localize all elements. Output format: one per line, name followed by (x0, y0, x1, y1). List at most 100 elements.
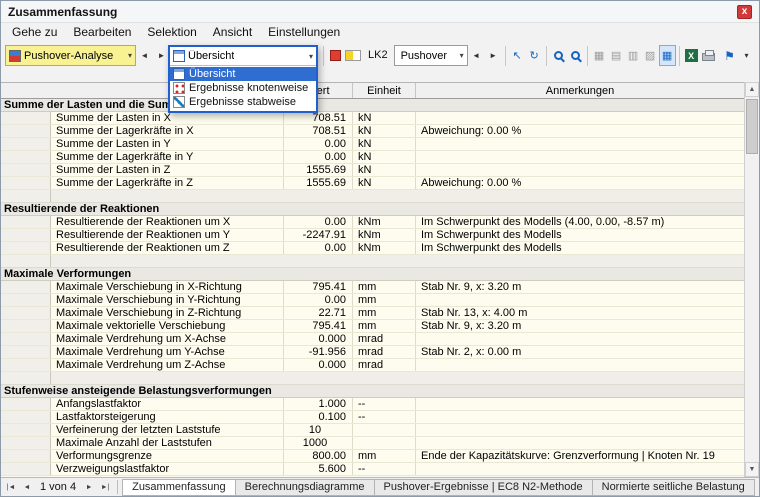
prev-case-button[interactable]: ◄ (467, 45, 485, 66)
cell-anmerkung[interactable]: Abweichung: 0.00 % (416, 177, 744, 189)
scroll-down-button[interactable]: ▼ (745, 462, 759, 477)
export-view-button[interactable]: ▨ (641, 45, 659, 66)
cell-einheit[interactable]: kN (353, 164, 416, 176)
cell-label[interactable]: Verzweigungslastfaktor (51, 463, 284, 475)
cell-anmerkung[interactable] (416, 294, 744, 306)
cell-wert[interactable]: 795.41 (284, 281, 353, 293)
table-view-button[interactable]: ▦ (590, 45, 608, 66)
cell-anmerkung[interactable]: Im Schwerpunkt des Modells (416, 242, 744, 254)
result-color-button[interactable] (327, 45, 344, 66)
cell-label[interactable]: Maximale Verdrehung um Y-Achse (51, 346, 284, 358)
row-view-button[interactable]: ▤ (607, 45, 625, 66)
cell-anmerkung[interactable] (416, 151, 744, 163)
cell-anmerkung[interactable]: Im Schwerpunkt des Modells (4.00, 0.00, … (416, 216, 744, 228)
cell-anmerkung[interactable] (416, 463, 744, 475)
cell-einheit[interactable]: mm (353, 320, 416, 332)
case-combo[interactable]: Pushover ▾ (393, 45, 468, 66)
cell-label[interactable]: Anfangslastfaktor (51, 398, 284, 410)
cell-label[interactable]: Maximale Anzahl der Laststufen (51, 437, 284, 449)
cell-anmerkung[interactable]: Stab Nr. 9, x: 3.20 m (416, 281, 744, 293)
cell-label[interactable]: Resultierende der Reaktionen um Z (51, 242, 284, 254)
dropdown-item-ergebnisse-stabweise[interactable]: Ergebnisse stabweise (170, 95, 316, 109)
cell-wert[interactable]: 0.000 (284, 359, 353, 371)
cell-einheit[interactable]: kN (353, 112, 416, 124)
refresh-button[interactable]: ↻ (525, 45, 543, 66)
column-view-button[interactable]: ▥ (624, 45, 642, 66)
cell-label[interactable]: Lastfaktorsteigerung (51, 411, 284, 423)
cell-wert[interactable]: 1000 (284, 437, 353, 449)
section-label[interactable]: Summe der Lasten und die Summe der Lager… (1, 99, 744, 111)
section-label[interactable]: Maximale Verformungen (1, 268, 744, 280)
cell-einheit[interactable]: kNm (353, 229, 416, 241)
tab-normierte-seitliche-belastung[interactable]: Normierte seitliche Belastung (591, 478, 755, 496)
cell-wert[interactable]: 795.41 (284, 320, 353, 332)
cell-wert[interactable]: 708.51 (284, 112, 353, 124)
first-page-button[interactable]: |◄ (3, 479, 19, 495)
cell-wert[interactable]: 800.00 (284, 450, 353, 462)
cell-einheit[interactable]: kN (353, 125, 416, 137)
menu-item-einstellungen[interactable]: Einstellungen (260, 24, 348, 41)
cell-einheit[interactable]: kNm (353, 216, 416, 228)
dropdown-item-übersicht[interactable]: Übersicht (170, 67, 316, 81)
tab-zusammenfassung[interactable]: Zusammenfassung (122, 478, 236, 496)
cell-label[interactable]: Summe der Lagerkräfte in Y (51, 151, 284, 163)
cell-einheit[interactable] (353, 437, 416, 449)
cell-einheit[interactable]: mm (353, 307, 416, 319)
section-label[interactable]: Resultierende der Reaktionen (1, 203, 744, 215)
cell-wert[interactable]: 0.000 (284, 333, 353, 345)
cell-einheit[interactable]: mm (353, 450, 416, 462)
cell-wert[interactable]: 0.00 (284, 294, 353, 306)
cell-anmerkung[interactable]: Im Schwerpunkt des Modells (416, 229, 744, 241)
cell-wert[interactable]: 708.51 (284, 125, 353, 137)
tab-pushover-ergebnisse-ec8-n2-methode[interactable]: Pushover-Ergebnisse | EC8 N2-Methode (373, 478, 593, 496)
cell-label[interactable]: Maximale Verdrehung um X-Achse (51, 333, 284, 345)
cell-einheit[interactable]: kN (353, 177, 416, 189)
cell-label[interactable]: Maximale vektorielle Verschiebung (51, 320, 284, 332)
zoom-in-button[interactable] (549, 45, 567, 66)
cell-wert[interactable]: 0.00 (284, 138, 353, 150)
cell-anmerkung[interactable] (416, 164, 744, 176)
cell-label[interactable]: Summe der Lasten in Z (51, 164, 284, 176)
title-bar[interactable]: Zusammenfassung x (1, 1, 759, 23)
cell-wert[interactable]: 1.000 (284, 398, 353, 410)
cell-anmerkung[interactable] (416, 437, 744, 449)
pointer-tool-button[interactable]: ↖ (508, 45, 526, 66)
cell-anmerkung[interactable] (416, 359, 744, 371)
cell-wert[interactable]: 0.00 (284, 216, 353, 228)
cell-einheit[interactable]: -- (353, 398, 416, 410)
cell-einheit[interactable]: -- (353, 463, 416, 475)
scroll-up-button[interactable]: ▲ (745, 82, 759, 97)
cell-wert[interactable]: 0.00 (284, 242, 353, 254)
cell-label[interactable]: Maximale Verdrehung um Z-Achse (51, 359, 284, 371)
cell-wert[interactable]: -2247.91 (284, 229, 353, 241)
prev-analysis-button[interactable]: ◄ (136, 45, 153, 66)
filter-toggle-button[interactable]: ▦ (658, 45, 676, 66)
cell-anmerkung[interactable]: Ende der Kapazitätskurve: Grenzverformun… (416, 450, 744, 462)
menu-item-bearbeiten[interactable]: Bearbeiten (65, 24, 139, 41)
cell-label[interactable]: Resultierende der Reaktionen um X (51, 216, 284, 228)
next-case-button[interactable]: ► (484, 45, 502, 66)
cell-wert[interactable]: 0.00 (284, 151, 353, 163)
next-page-button[interactable]: ► (81, 479, 98, 495)
cell-wert[interactable]: 5.600 (284, 463, 353, 475)
cell-anmerkung[interactable]: Stab Nr. 9, x: 3.20 m (416, 320, 744, 332)
vertical-scrollbar[interactable]: ▲ ▼ (744, 82, 759, 477)
cell-label[interactable]: Resultierende der Reaktionen um Y (51, 229, 284, 241)
cell-label[interactable]: Summe der Lasten in X (51, 112, 284, 124)
cell-anmerkung[interactable] (416, 112, 744, 124)
cell-anmerkung[interactable] (416, 333, 744, 345)
cell-anmerkung[interactable]: Stab Nr. 13, x: 4.00 m (416, 307, 744, 319)
cell-wert[interactable]: 1555.69 (284, 164, 353, 176)
cell-wert[interactable]: 10 (284, 424, 353, 436)
color-scale-button[interactable] (344, 45, 362, 66)
cell-einheit[interactable] (353, 424, 416, 436)
prev-page-button[interactable]: ◄ (19, 479, 35, 495)
cell-label[interactable]: Maximale Verschiebung in X-Richtung (51, 281, 284, 293)
cell-einheit[interactable]: mrad (353, 333, 416, 345)
cell-anmerkung[interactable] (416, 424, 744, 436)
cell-wert[interactable]: 22.71 (284, 307, 353, 319)
cell-label[interactable]: Summe der Lasten in Y (51, 138, 284, 150)
cell-label[interactable]: Maximale Verschiebung in Y-Richtung (51, 294, 284, 306)
cell-label[interactable]: Verformungsgrenze (51, 450, 284, 462)
menu-item-ansicht[interactable]: Ansicht (205, 24, 260, 41)
